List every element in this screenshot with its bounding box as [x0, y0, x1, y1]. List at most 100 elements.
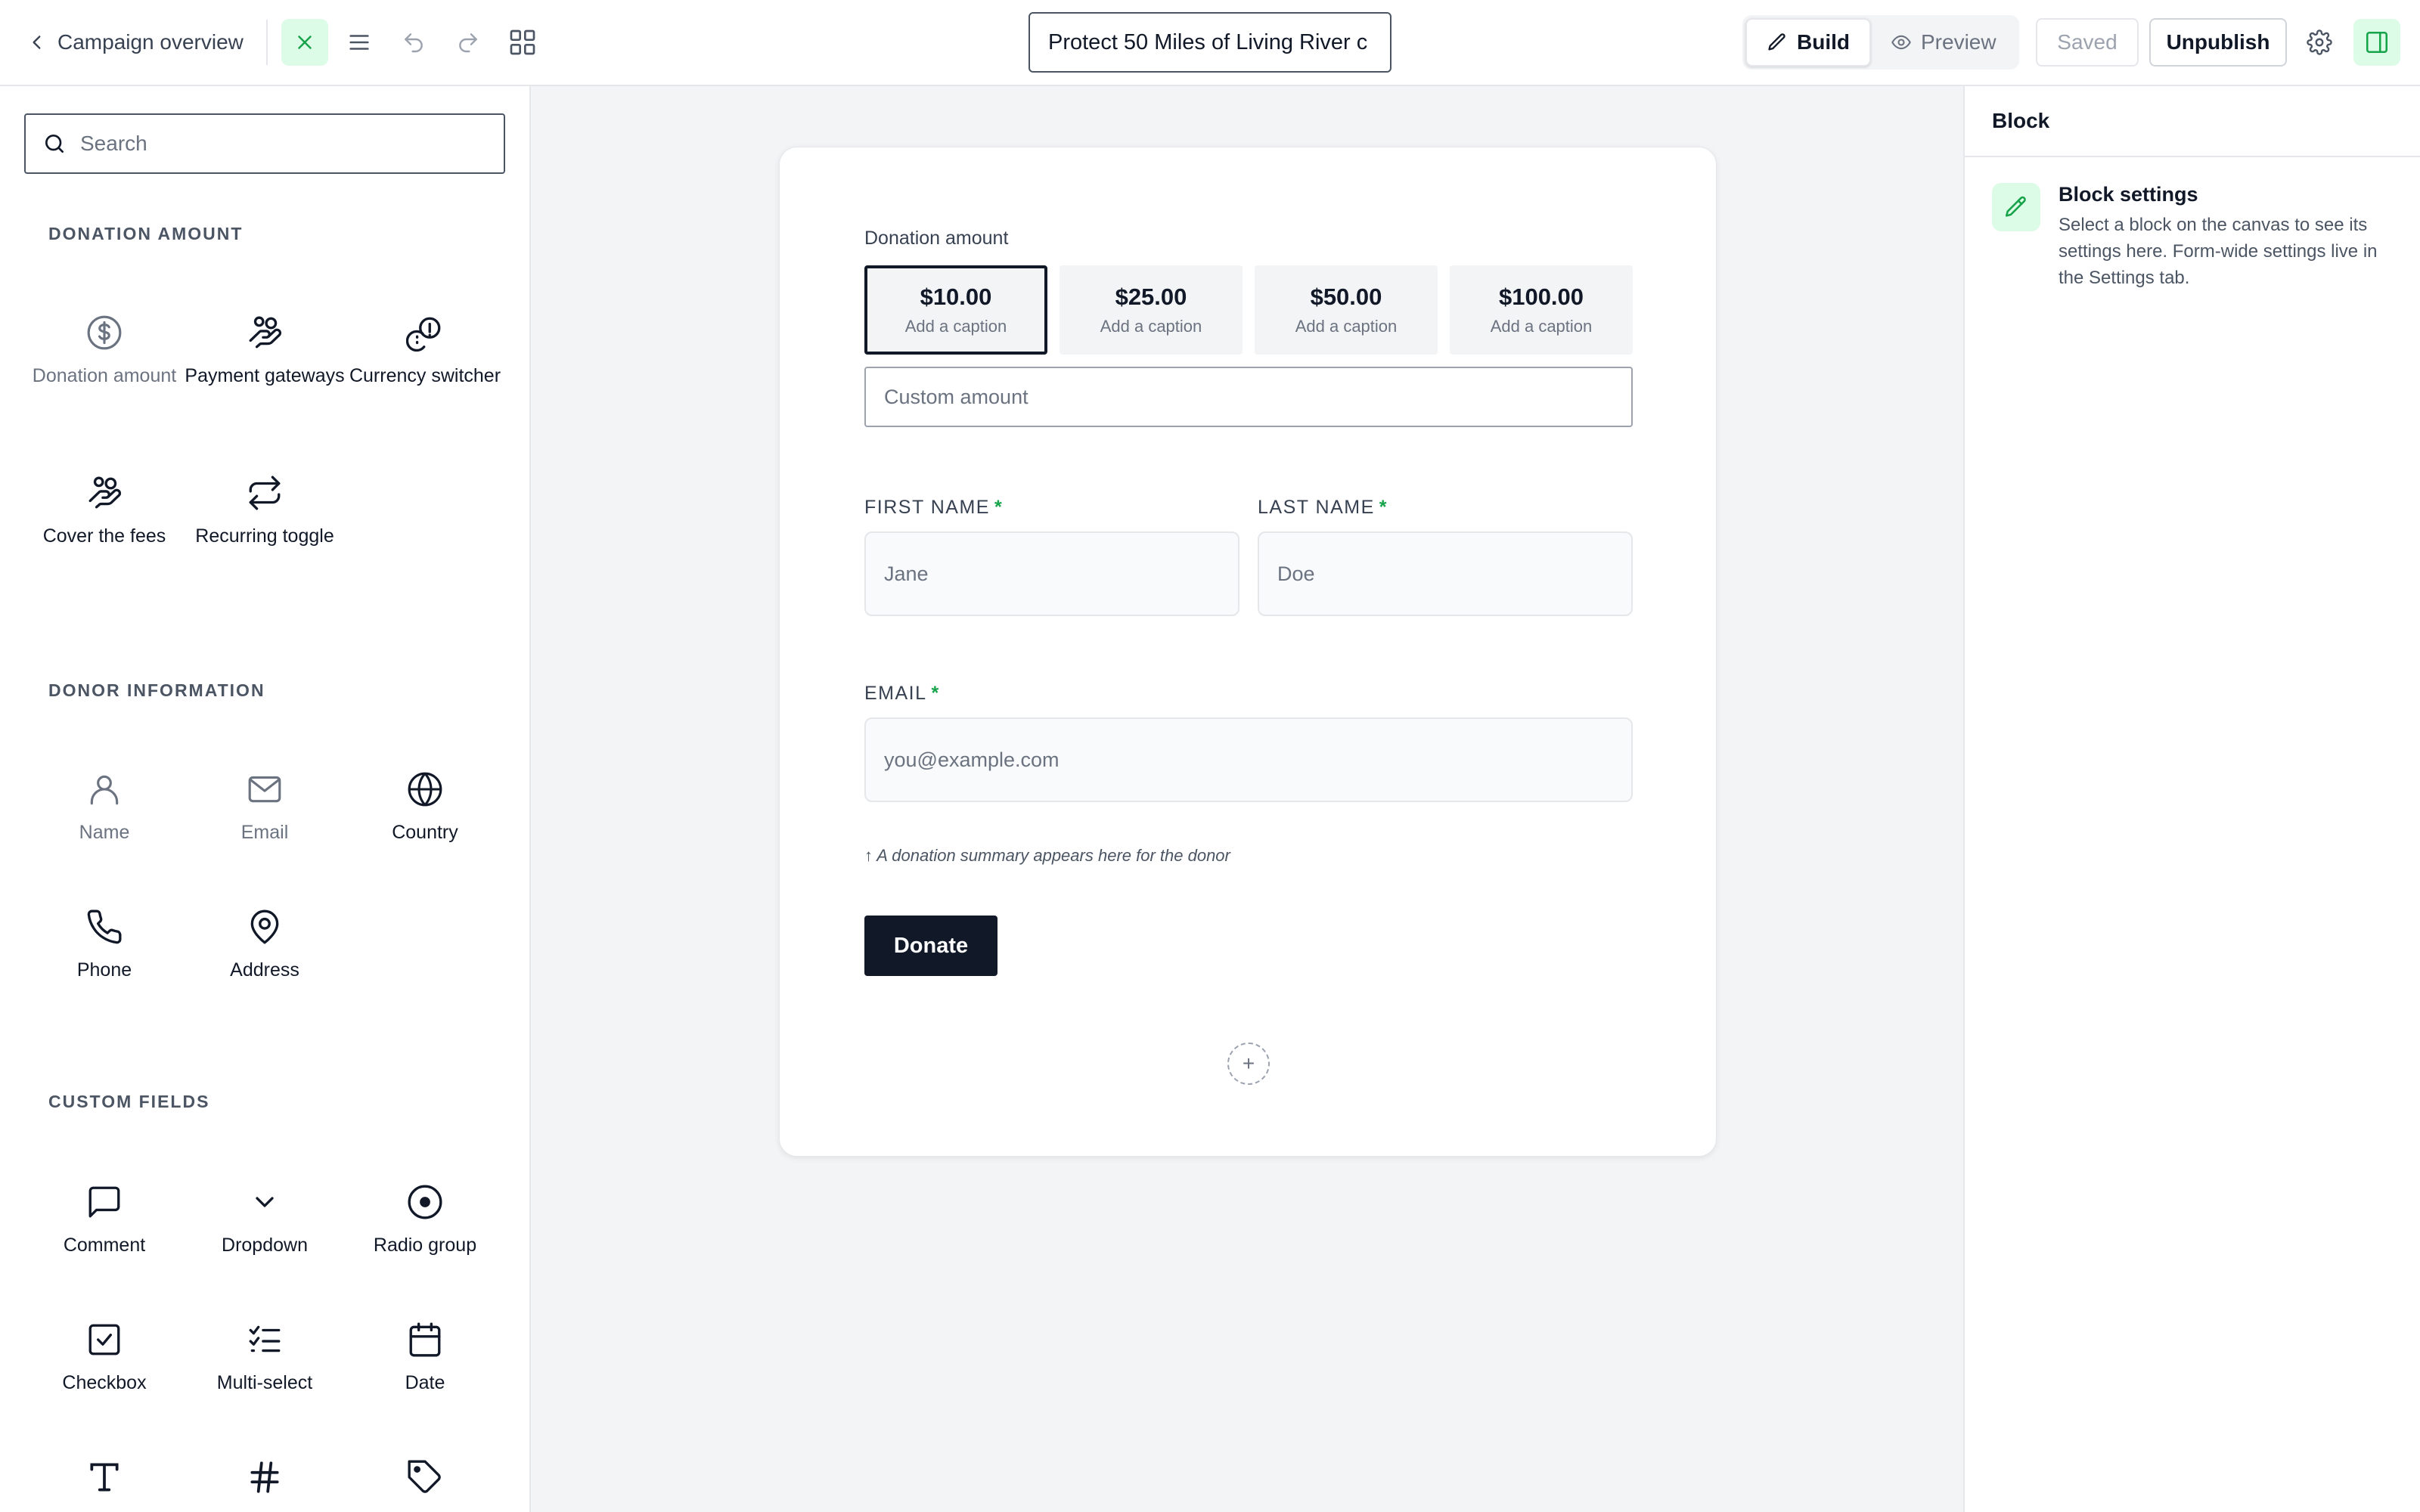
- mail-icon: [244, 768, 286, 810]
- block-label: Phone: [76, 959, 132, 981]
- radio-icon: [404, 1181, 446, 1223]
- block-number[interactable]: [185, 1456, 345, 1498]
- gear-icon: [2307, 29, 2332, 55]
- search-icon: [42, 132, 67, 156]
- close-icon: [293, 31, 316, 54]
- block-comment[interactable]: Comment: [24, 1181, 185, 1257]
- block-email[interactable]: Email: [185, 768, 345, 844]
- globe-icon: [404, 768, 446, 810]
- settings-button[interactable]: [2296, 19, 2343, 66]
- redo-icon: [456, 30, 480, 54]
- block-radio-group[interactable]: Radio group: [345, 1181, 505, 1257]
- close-editor-button[interactable]: [281, 19, 328, 66]
- tag-icon: [404, 1456, 446, 1498]
- search-input[interactable]: [80, 132, 489, 156]
- unpublish-button[interactable]: Unpublish: [2149, 18, 2287, 67]
- message-square-icon: [83, 1181, 126, 1223]
- last-name-field[interactable]: [1258, 531, 1633, 616]
- user-icon: [83, 768, 126, 810]
- block-label: Date: [405, 1372, 445, 1393]
- block-settings-panel: Block Block settings Select a block on t…: [1963, 86, 2420, 1512]
- first-name-label-text: FIRST NAME: [864, 497, 990, 518]
- list-view-button[interactable]: [336, 19, 383, 66]
- campaign-title-input[interactable]: [1028, 12, 1392, 73]
- back-label: Campaign overview: [57, 30, 244, 54]
- build-label: Build: [1797, 30, 1850, 54]
- block-donation-amount[interactable]: Donation amount: [24, 311, 185, 388]
- block-dropdown[interactable]: Dropdown: [185, 1181, 345, 1257]
- custom-amount-input[interactable]: [864, 367, 1633, 427]
- block-address[interactable]: Address: [185, 906, 345, 982]
- block-label: Name: [79, 822, 130, 843]
- amount-option[interactable]: $100.00 Add a caption: [1450, 265, 1633, 355]
- toggle-right-panel-button[interactable]: [2353, 19, 2400, 66]
- search-box[interactable]: [24, 113, 505, 174]
- build-mode-button[interactable]: Build: [1745, 18, 1871, 67]
- panel-header: Block: [1965, 86, 2420, 157]
- map-pin-icon: [244, 906, 286, 948]
- dollar-circle-icon: [83, 311, 126, 354]
- saved-button[interactable]: Saved: [2036, 18, 2139, 67]
- section-label-donor-information: DONOR INFORMATION: [48, 680, 265, 700]
- back-to-campaign-link[interactable]: Campaign overview: [27, 23, 244, 62]
- block-label: Dropdown: [222, 1235, 308, 1256]
- block-currency-switcher[interactable]: Currency switcher: [345, 311, 505, 388]
- block-multi-select[interactable]: Multi-select: [185, 1318, 345, 1395]
- block-name[interactable]: Name: [24, 768, 185, 844]
- grid-view-button[interactable]: [499, 19, 546, 66]
- redo-button[interactable]: [445, 19, 492, 66]
- hash-icon: [244, 1456, 286, 1498]
- email-label-text: EMAIL: [864, 683, 927, 704]
- last-name-label-text: LAST NAME: [1258, 497, 1375, 518]
- first-name-field[interactable]: [864, 531, 1239, 616]
- amount-caption: Add a caption: [1490, 317, 1593, 336]
- required-marker: *: [1379, 497, 1388, 518]
- block-tag[interactable]: [345, 1456, 505, 1498]
- block-label: Radio group: [373, 1235, 477, 1256]
- block-phone[interactable]: Phone: [24, 906, 185, 982]
- email-field[interactable]: [864, 717, 1633, 802]
- amount-option-selected[interactable]: $10.00 Add a caption: [864, 265, 1047, 355]
- donation-amount-label: Donation amount: [864, 228, 1009, 249]
- last-name-label: LAST NAME *: [1258, 497, 1388, 519]
- donation-summary-note: ↑ A donation summary appears here for th…: [864, 846, 1230, 865]
- grid-icon: [507, 27, 538, 57]
- block-date[interactable]: Date: [345, 1318, 505, 1395]
- amount-caption: Add a caption: [904, 317, 1007, 336]
- block-settings-title: Block settings: [2059, 183, 2198, 206]
- undo-icon: [402, 30, 426, 54]
- calendar-icon: [404, 1318, 446, 1361]
- section-label-custom-fields: CUSTOM FIELDS: [48, 1092, 210, 1111]
- form-preview-card: Donation amount $10.00 Add a caption $25…: [779, 147, 1717, 1157]
- block-recurring-toggle[interactable]: Recurring toggle: [185, 472, 345, 548]
- block-label: Payment gateways: [185, 365, 345, 386]
- repeat-icon: [244, 472, 286, 514]
- pencil-icon: [1767, 32, 1788, 53]
- hand-coins-icon: [244, 311, 286, 354]
- coins-icon: [404, 311, 446, 354]
- undo-button[interactable]: [390, 19, 437, 66]
- add-block-button[interactable]: +: [1227, 1043, 1270, 1085]
- block-label: Currency switcher: [349, 365, 501, 386]
- block-country[interactable]: Country: [345, 768, 505, 844]
- toolbar-divider: [266, 20, 268, 65]
- plus-icon: +: [1242, 1052, 1255, 1075]
- amount-option[interactable]: $25.00 Add a caption: [1060, 265, 1243, 355]
- block-library-sidebar: DONATION AMOUNT Donation amount Payment …: [0, 86, 531, 1512]
- block-checkbox[interactable]: Checkbox: [24, 1318, 185, 1395]
- chevron-left-icon: [27, 33, 47, 52]
- preview-label: Preview: [1921, 30, 1996, 54]
- mode-switcher: Build Preview: [1742, 15, 2019, 70]
- block-cover-the-fees[interactable]: Cover the fees: [24, 472, 185, 548]
- block-payment-gateways[interactable]: Payment gateways: [185, 311, 345, 388]
- block-label: Donation amount: [32, 365, 177, 386]
- block-label: Country: [392, 822, 458, 843]
- donate-button[interactable]: Donate: [864, 916, 997, 976]
- block-text[interactable]: [24, 1456, 185, 1498]
- preview-mode-button[interactable]: Preview: [1871, 18, 2016, 67]
- amount-option[interactable]: $50.00 Add a caption: [1255, 265, 1438, 355]
- block-label: Address: [230, 959, 299, 981]
- required-marker: *: [931, 683, 940, 704]
- amount-value: $50.00: [1310, 284, 1382, 310]
- list-icon: [346, 29, 372, 55]
